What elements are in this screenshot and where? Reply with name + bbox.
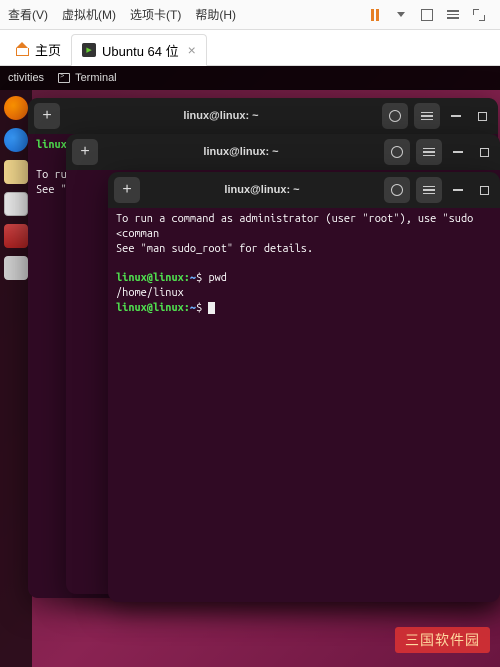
pause-icon <box>370 9 380 21</box>
command-output: /home/linux <box>116 286 492 301</box>
search-button[interactable] <box>384 139 410 165</box>
minimize-icon <box>453 189 463 191</box>
snapshot-button[interactable] <box>416 4 438 26</box>
maximize-button[interactable] <box>474 177 494 203</box>
tab-home-label: 主页 <box>35 40 61 59</box>
topbar-app-text: Terminal <box>75 72 117 84</box>
terminal-titlebar: + linux@linux: ~ <box>108 172 500 208</box>
terminal-body[interactable]: To run a command as administrator (user … <box>108 208 500 602</box>
menu-view[interactable]: 查看(V) <box>8 6 48 23</box>
menu-help[interactable]: 帮助(H) <box>195 6 236 23</box>
menu-vm[interactable]: 虚拟机(M) <box>62 6 116 23</box>
dock-files[interactable] <box>4 160 28 184</box>
menu-tabs[interactable]: 选项卡(T) <box>130 6 181 23</box>
maximize-icon <box>478 112 487 121</box>
gnome-topbar: ctivities Terminal <box>0 66 500 90</box>
pause-button[interactable] <box>364 4 386 26</box>
terminal-title: linux@linux: ~ <box>104 146 378 158</box>
terminal-title: linux@linux: ~ <box>146 184 378 196</box>
minimize-button[interactable] <box>446 103 466 129</box>
menu-button[interactable] <box>416 177 442 203</box>
sudo-message-line2: See "man sudo_root" for details. <box>116 242 492 257</box>
prompt-user: linux@linux: <box>116 272 190 284</box>
dropdown-button[interactable] <box>390 4 412 26</box>
search-button[interactable] <box>384 177 410 203</box>
host-tabs: 主页 Ubuntu 64 位 × <box>0 30 500 66</box>
plus-icon: + <box>42 107 51 125</box>
maximize-icon <box>480 148 489 157</box>
sudo-message-line1: To run a command as administrator (user … <box>116 212 492 242</box>
hamburger-icon <box>423 186 435 195</box>
command-line: linux@linux:~$ pwd <box>116 271 492 286</box>
new-tab-button[interactable]: + <box>72 139 98 165</box>
fullscreen-icon <box>473 9 485 21</box>
fullscreen-button[interactable] <box>468 4 490 26</box>
plus-icon: + <box>80 143 89 161</box>
dock-firefox[interactable] <box>4 96 28 120</box>
tab-ubuntu[interactable]: Ubuntu 64 位 × <box>71 34 207 66</box>
host-menubar: 查看(V) 虚拟机(M) 选项卡(T) 帮助(H) <box>0 0 500 30</box>
command-text: pwd <box>208 272 226 284</box>
dock-thunderbird[interactable] <box>4 128 28 152</box>
new-tab-button[interactable]: + <box>114 177 140 203</box>
search-icon <box>391 146 403 158</box>
chevron-down-icon <box>397 12 405 17</box>
tab-close-icon[interactable]: × <box>188 42 196 58</box>
vm-screen: ctivities Terminal + linux@linux: ~ linu… <box>0 66 500 667</box>
menu-button[interactable] <box>414 103 440 129</box>
hamburger-icon <box>423 148 435 157</box>
command-line: linux@linux:~$ <box>116 301 492 316</box>
activities-button[interactable]: ctivities <box>8 72 44 84</box>
home-icon <box>16 44 29 55</box>
prompt-symbol: $ <box>196 272 202 284</box>
prompt-user: linux@linux: <box>116 302 190 314</box>
plus-icon: + <box>122 181 131 199</box>
maximize-button[interactable] <box>472 103 492 129</box>
tab-home[interactable]: 主页 <box>6 33 71 65</box>
hamburger-icon <box>421 112 433 121</box>
vm-icon <box>82 43 96 57</box>
terminal-title: linux@linux: ~ <box>66 110 376 122</box>
watermark: 三国软件园 <box>395 627 490 653</box>
cursor <box>208 302 215 314</box>
new-tab-button[interactable]: + <box>34 103 60 129</box>
tool-menu-button[interactable] <box>442 4 464 26</box>
search-icon <box>389 110 401 122</box>
search-icon <box>391 184 403 196</box>
dock-app[interactable] <box>4 224 28 248</box>
minimize-icon <box>453 151 463 153</box>
terminal-icon <box>58 73 70 83</box>
minimize-button[interactable] <box>448 139 468 165</box>
terminal-titlebar: + linux@linux: ~ <box>66 134 500 170</box>
menu-icon <box>447 10 459 19</box>
tab-ubuntu-label: Ubuntu 64 位 <box>102 41 179 60</box>
minimize-icon <box>451 115 461 117</box>
dock-app[interactable] <box>4 192 28 216</box>
minimize-button[interactable] <box>448 177 468 203</box>
box-icon <box>421 9 433 21</box>
terminal-window-front[interactable]: + linux@linux: ~ To run a command as adm… <box>108 172 500 602</box>
topbar-app-label[interactable]: Terminal <box>58 72 117 84</box>
dock-app[interactable] <box>4 256 28 280</box>
search-button[interactable] <box>382 103 408 129</box>
menu-button[interactable] <box>416 139 442 165</box>
prompt-symbol: $ <box>196 302 202 314</box>
terminal-titlebar: + linux@linux: ~ <box>28 98 498 134</box>
maximize-icon <box>480 186 489 195</box>
maximize-button[interactable] <box>474 139 494 165</box>
